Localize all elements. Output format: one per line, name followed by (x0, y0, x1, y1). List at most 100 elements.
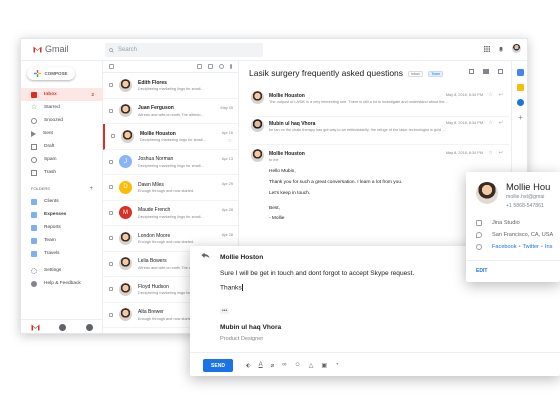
nav-item-trash[interactable]: Trash (21, 166, 103, 179)
email-row[interactable]: Edith Flores Deciphering marketing lingo … (103, 73, 238, 99)
print-icon[interactable] (483, 69, 489, 74)
bell-icon[interactable] (498, 46, 504, 52)
send-icon (31, 130, 36, 137)
add-addon-icon[interactable]: + (517, 114, 524, 122)
apps-grid-icon[interactable] (484, 45, 490, 52)
folder-team[interactable]: Team (21, 234, 103, 247)
label-icon[interactable] (219, 64, 224, 69)
folder-icon (31, 250, 37, 257)
contact-email[interactable]: mollie.hst@gmai (506, 194, 544, 200)
attach-icon[interactable]: ⌀ (271, 362, 275, 369)
dropbox-icon[interactable]: ⬖ (246, 362, 251, 369)
instagram-link[interactable]: Ins (545, 244, 552, 250)
row-checkbox[interactable] (109, 185, 113, 190)
trash-icon (31, 169, 37, 176)
reply-body-line-2[interactable]: Thanks (220, 284, 243, 292)
star-icon[interactable]: ☆ (228, 138, 232, 144)
reply-icon[interactable]: ↩ (499, 92, 503, 98)
facebook-link[interactable]: Facebook (492, 244, 517, 250)
reply-arrow-icon[interactable] (201, 252, 210, 259)
chip-inbox[interactable]: Inbox (408, 70, 423, 77)
contact-location: San Francisco, CA, USA (492, 232, 554, 238)
nav-item-inbox[interactable]: Inbox 2 (21, 88, 103, 101)
people-icon[interactable] (86, 324, 94, 331)
star-icon: ☆ (31, 103, 38, 111)
drive-icon[interactable]: △ (309, 362, 314, 369)
twitter-link[interactable]: Twitter (523, 244, 539, 250)
reply-typed-text: Thanks (220, 284, 242, 292)
reply-icon[interactable]: ↩ (499, 120, 503, 126)
nav-item-spam[interactable]: Spam (21, 153, 103, 166)
show-trimmed-content-button[interactable]: ••• (220, 308, 230, 314)
compose-toolbar: SEND ⬖ A ⌀ ∞ ☺ △ ▣ ◔ (190, 352, 560, 376)
expand-icon[interactable] (469, 69, 474, 74)
message-1[interactable]: Mollie Houston The outpost of LASIK is a… (251, 91, 509, 117)
star-icon[interactable]: ☆ (488, 150, 492, 156)
more-vert-icon[interactable] (230, 64, 232, 69)
compose-button[interactable]: COMPOSE (27, 67, 75, 80)
body-line: Hello Mubin, (269, 169, 296, 174)
row-checkbox[interactable] (109, 108, 113, 113)
tasks-icon[interactable] (517, 99, 524, 106)
folder-expenses[interactable]: Expenses (21, 208, 103, 221)
message-2[interactable]: Mubin ul haq Vhora Im fan on the chain t… (251, 119, 509, 145)
row-checkbox[interactable] (109, 210, 113, 215)
nav-item-help[interactable]: Help & Feedback (21, 277, 103, 290)
folder-clients[interactable]: Clients (21, 195, 103, 208)
open-new-icon[interactable] (498, 69, 503, 74)
select-all-checkbox[interactable] (109, 64, 114, 69)
delete-icon[interactable] (208, 64, 213, 69)
search-input[interactable]: Search (105, 43, 263, 57)
reply-icon[interactable]: ↩ (499, 150, 503, 156)
nav-item-sent[interactable]: Sent (21, 127, 103, 140)
archive-icon[interactable] (197, 64, 202, 69)
mail-tab-icon[interactable] (31, 324, 40, 331)
account-avatar[interactable] (512, 44, 521, 53)
row-checkbox[interactable] (109, 287, 113, 292)
nav-label: Inbox (44, 92, 57, 97)
text-format-icon[interactable]: A (259, 362, 263, 369)
email-row[interactable]: Mollie Houston Deciphering marketing ling… (103, 124, 238, 150)
nav-item-settings[interactable]: Settings (21, 264, 103, 277)
email-row[interactable]: M Maude French Deciphering marketing lingo… (103, 201, 238, 226)
reply-recipient[interactable]: Mollie Hoston (220, 254, 263, 261)
folder-travels[interactable]: Travels (21, 247, 103, 260)
emoji-icon[interactable]: ☺ (295, 362, 301, 369)
row-checkbox[interactable] (109, 312, 113, 317)
row-checkbox[interactable] (109, 261, 113, 266)
reply-body-line[interactable]: Sure I will be get in touch and dont for… (220, 270, 414, 277)
sender-name: Edith Flores (138, 79, 167, 86)
body-line: Best, (269, 206, 280, 211)
clock-icon (31, 117, 37, 124)
email-row[interactable]: D Dawn Miles Enough through and now starte… (103, 175, 238, 201)
row-checkbox[interactable] (109, 159, 113, 164)
nav-item-starred[interactable]: ☆ Starred (21, 101, 103, 114)
row-checkbox[interactable] (109, 83, 113, 88)
contact-company: Jina Studio (492, 220, 520, 226)
email-snippet: Deciphering marketing lingo for small... (140, 138, 206, 142)
star-icon[interactable]: ☆ (488, 92, 492, 98)
chip-team[interactable]: Team (428, 70, 443, 77)
email-row[interactable]: Juan Ferguson Alfredo and wife,on earth,T… (103, 99, 238, 124)
photo-icon[interactable]: ▣ (321, 362, 327, 369)
add-folder-icon[interactable]: + (89, 186, 93, 192)
confidential-icon[interactable]: ◔ (335, 362, 339, 369)
email-row[interactable]: J Joshua Norman Deciphering marketing ling… (103, 150, 238, 175)
calendar-icon[interactable] (517, 69, 524, 76)
folder-icon (31, 237, 37, 244)
send-button[interactable]: SEND (203, 359, 233, 372)
gmail-logo[interactable]: Gmail (33, 44, 69, 54)
nav-item-draft[interactable]: Draft (21, 140, 103, 153)
star-icon[interactable]: ☆ (488, 120, 492, 126)
plus-icon (34, 70, 42, 77)
folder-reports[interactable]: Reports (21, 221, 103, 234)
top-bar-icons (484, 44, 521, 53)
row-checkbox[interactable] (111, 134, 115, 139)
row-checkbox[interactable] (109, 236, 113, 241)
link-icon[interactable]: ∞ (282, 362, 286, 369)
avatar (119, 78, 132, 92)
chat-icon[interactable] (59, 324, 67, 331)
nav-item-snoozed[interactable]: Snoozed (21, 114, 103, 127)
keep-icon[interactable] (517, 84, 524, 91)
edit-contact-button[interactable]: EDIT (476, 268, 487, 274)
